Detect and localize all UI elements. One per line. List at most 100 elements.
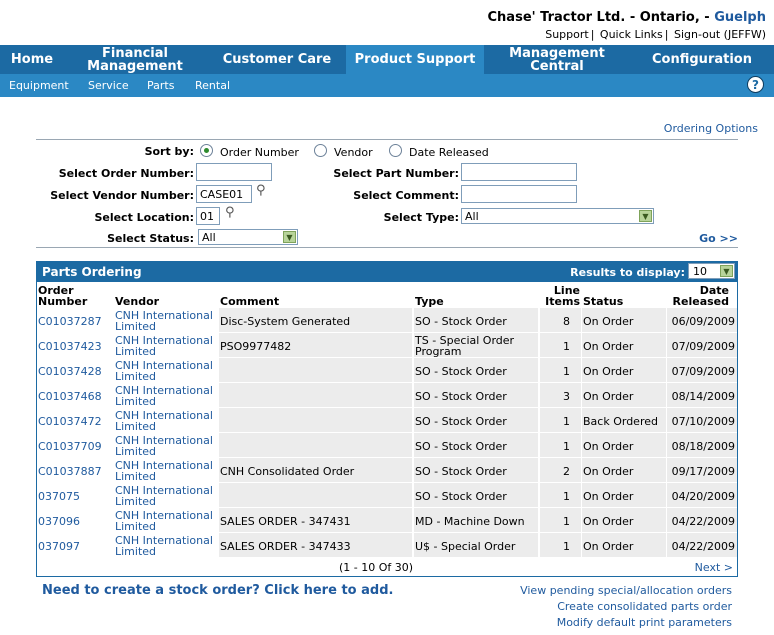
col-order-number[interactable]: Order Number (38, 285, 87, 307)
cell-background (219, 383, 412, 407)
grid-header: Parts Ordering Results to display: 10 ▼ (37, 262, 737, 282)
subtab-equipment[interactable]: Equipment (9, 79, 69, 92)
order-number-link[interactable]: C01037709 (38, 441, 102, 452)
vendor-link-line2[interactable]: Limited (115, 396, 156, 407)
order-number-field[interactable] (196, 163, 272, 181)
table-row: 037096 CNH International Limited SALES ORDE… (37, 508, 737, 533)
sort-vendor-radio[interactable] (314, 144, 327, 157)
status-cell: On Order (583, 440, 634, 453)
vendor-link-line2[interactable]: Limited (115, 421, 156, 432)
vendor-link-line2[interactable]: Limited (115, 521, 156, 532)
col-status[interactable]: Status (583, 296, 623, 307)
tab-management-central[interactable]: Management Central (484, 45, 630, 74)
date-released-cell: 07/09/2009 (671, 340, 735, 353)
view-pending-orders-link[interactable]: View pending special/allocation orders (520, 584, 732, 597)
modify-print-parameters-link[interactable]: Modify default print parameters (557, 616, 732, 629)
vendor-link-line2[interactable]: Limited (115, 446, 156, 457)
subtab-rental[interactable]: Rental (195, 79, 230, 92)
order-number-link[interactable]: C01037287 (38, 316, 102, 327)
type-cell: SO - Stock Order (415, 390, 507, 403)
comment-field[interactable] (461, 185, 577, 203)
order-number-link[interactable]: C01037472 (38, 416, 102, 427)
vendor-link-line2[interactable]: Limited (115, 321, 156, 332)
status-cell: On Order (583, 365, 634, 378)
line-items-cell: 1 (563, 415, 570, 428)
create-stock-order-link[interactable]: Need to create a stock order? Click here… (42, 583, 393, 598)
date-released-cell: 09/17/2009 (671, 465, 735, 478)
status-cell: On Order (583, 540, 634, 553)
results-label: Results to display: (570, 266, 685, 279)
col-type[interactable]: Type (415, 296, 444, 307)
order-number-link[interactable]: 037096 (38, 516, 80, 527)
status-select[interactable]: All ▼ (198, 229, 298, 245)
order-number-link[interactable]: C01037468 (38, 391, 102, 402)
sort-order-number-radio[interactable] (200, 144, 213, 157)
comment-cell: Disc-System Generated (220, 315, 351, 328)
status-cell: On Order (583, 515, 634, 528)
type-select[interactable]: All ▼ (461, 208, 654, 224)
tab-customer-care[interactable]: Customer Care (214, 45, 340, 74)
line-items-cell: 1 (563, 540, 570, 553)
vendor-link-line2[interactable]: Limited (115, 496, 156, 507)
go-button[interactable]: Go >> (699, 232, 738, 245)
sort-date-released-radio[interactable] (389, 144, 402, 157)
status-label: Select Status: (107, 232, 194, 245)
order-number-link[interactable]: 037097 (38, 541, 80, 552)
type-cell: U$ - Special Order (415, 540, 516, 553)
vendor-search-icon[interactable]: ⚲ (256, 183, 266, 198)
line-items-cell: 1 (563, 365, 570, 378)
vendor-link-line2[interactable]: Limited (115, 346, 156, 357)
results-select[interactable]: 10 ▼ (688, 263, 735, 279)
order-number-link[interactable]: 037075 (38, 491, 80, 502)
help-icon[interactable]: ? (747, 76, 764, 93)
type-cell: SO - Stock Order (415, 440, 507, 453)
line-items-cell: 3 (563, 390, 570, 403)
table-row: C01037887 CNH International Limited CNH Con… (37, 458, 737, 483)
comment-label: Select Comment: (353, 189, 459, 202)
line-items-cell: 1 (563, 440, 570, 453)
tab-financial-management[interactable]: Financial Management (80, 45, 190, 74)
subtab-service[interactable]: Service (88, 79, 129, 92)
sort-vendor-label: Vendor (334, 146, 373, 159)
create-consolidated-order-link[interactable]: Create consolidated parts order (557, 600, 732, 613)
date-released-cell: 06/09/2009 (671, 315, 735, 328)
status-cell: On Order (583, 315, 634, 328)
next-page-link[interactable]: Next > (695, 561, 733, 574)
vendor-link-line2[interactable]: Limited (115, 471, 156, 482)
order-number-link[interactable]: C01037423 (38, 341, 102, 352)
ordering-options-link[interactable]: Ordering Options (664, 122, 758, 135)
tab-product-support[interactable]: Product Support (346, 45, 484, 74)
order-number-link[interactable]: C01037428 (38, 366, 102, 377)
status-cell: On Order (583, 390, 634, 403)
date-released-cell: 08/18/2009 (671, 440, 735, 453)
type-select-value: All (465, 210, 479, 223)
main-nav: Home Financial Management Customer Care … (0, 45, 774, 74)
divider (36, 247, 738, 248)
col-comment[interactable]: Comment (220, 296, 279, 307)
type-cell-line2: Program (415, 345, 462, 358)
col-line-items[interactable]: Line Items (540, 285, 580, 307)
table-row: 037097 CNH International Limited SALES ORDE… (37, 533, 737, 558)
type-cell: SO - Stock Order (415, 465, 507, 478)
support-link[interactable]: Support (545, 28, 588, 41)
table-row: 037075 CNH International Limited SO - Stock… (37, 483, 737, 508)
tab-home[interactable]: Home (0, 45, 64, 74)
quick-links-link[interactable]: Quick Links (600, 28, 663, 41)
order-number-link[interactable]: C01037887 (38, 466, 102, 477)
col-vendor[interactable]: Vendor (115, 296, 159, 307)
pager-range: (1 - 10 Of 30) (339, 561, 414, 574)
date-released-cell: 04/22/2009 (671, 540, 735, 553)
vendor-number-field[interactable]: CASE01 (196, 185, 252, 203)
date-released-cell: 08/14/2009 (671, 390, 735, 403)
part-number-field[interactable] (461, 163, 577, 181)
col-date-released[interactable]: Date Released (667, 285, 729, 307)
location-search-icon[interactable]: ⚲ (225, 205, 235, 220)
vendor-link-line2[interactable]: Limited (115, 546, 156, 557)
subtab-parts[interactable]: Parts (147, 79, 174, 92)
vendor-link-line2[interactable]: Limited (115, 371, 156, 382)
location-field[interactable]: 01 (196, 207, 220, 225)
sign-out-link[interactable]: Sign-out (JEFFW) (674, 28, 766, 41)
location-link[interactable]: Guelph (714, 10, 766, 25)
tab-configuration[interactable]: Configuration (642, 45, 762, 74)
cell-background (219, 358, 412, 382)
